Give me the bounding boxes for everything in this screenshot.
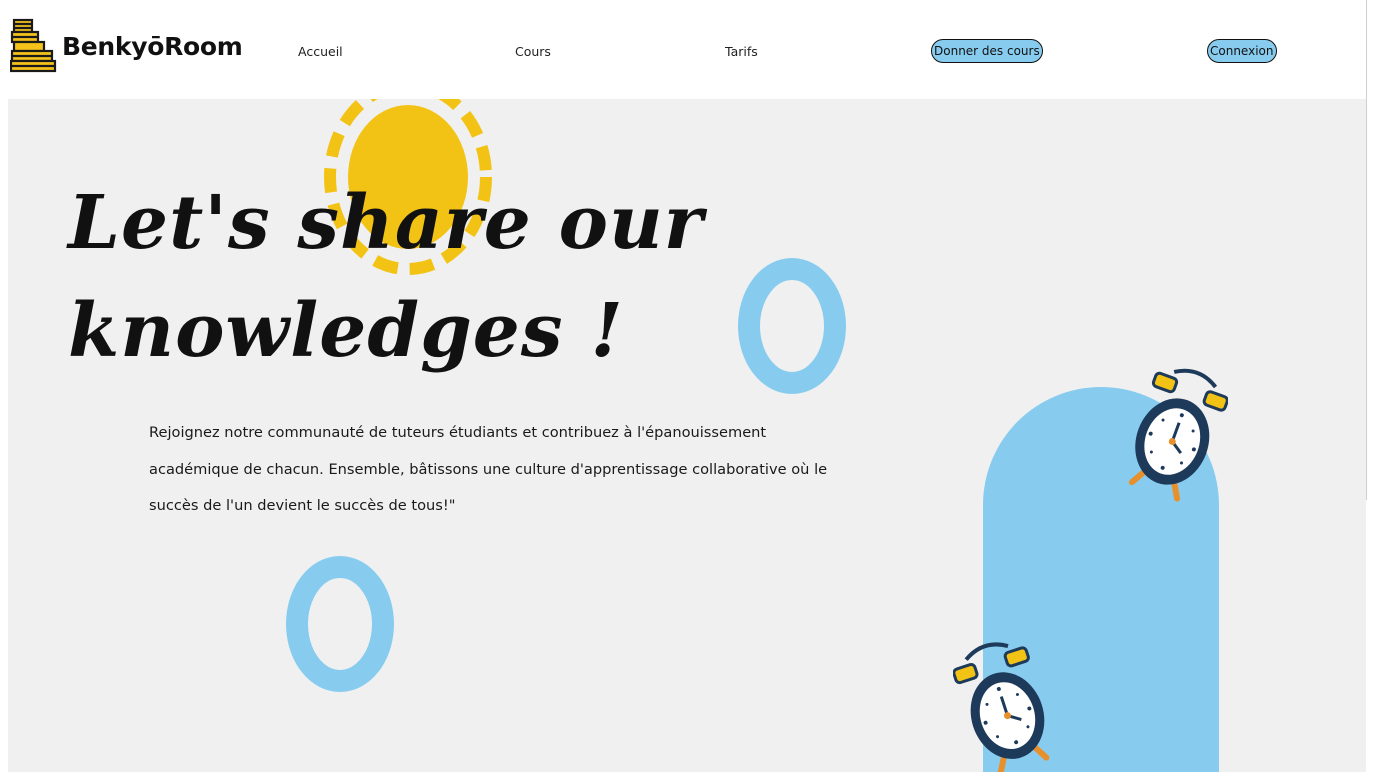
logo[interactable]: BenkyōRoom [10,18,243,74]
hero-headline: Let's share our knowledges ! [68,169,704,385]
site-header: BenkyōRoom Accueil Cours Tarifs Donner d… [0,0,1366,99]
page-scrollbar-edge [1366,0,1367,500]
hero-section: Let's share our knowledges ! Rejoignez n… [8,99,1366,772]
brand-name: BenkyōRoom [62,31,243,61]
hero-intro-text: Rejoignez notre communauté de tuteurs ét… [149,424,828,514]
ring-icon [286,556,394,692]
nav-link-home[interactable]: Accueil [298,44,343,59]
alarm-clock-icon [953,642,1050,772]
nav-link-pricing[interactable]: Tarifs [725,44,758,59]
hero-headline-line: knowledges ! [68,288,624,374]
login-button[interactable]: Connexion [1207,39,1277,63]
teach-button[interactable]: Donner des cours [931,39,1043,63]
book-stack-icon [10,18,57,73]
nav-link-courses[interactable]: Cours [515,44,551,59]
ring-icon [738,258,846,394]
alarm-clock-icon [1128,368,1228,502]
hero-headline-line: Let's share our [68,180,704,266]
